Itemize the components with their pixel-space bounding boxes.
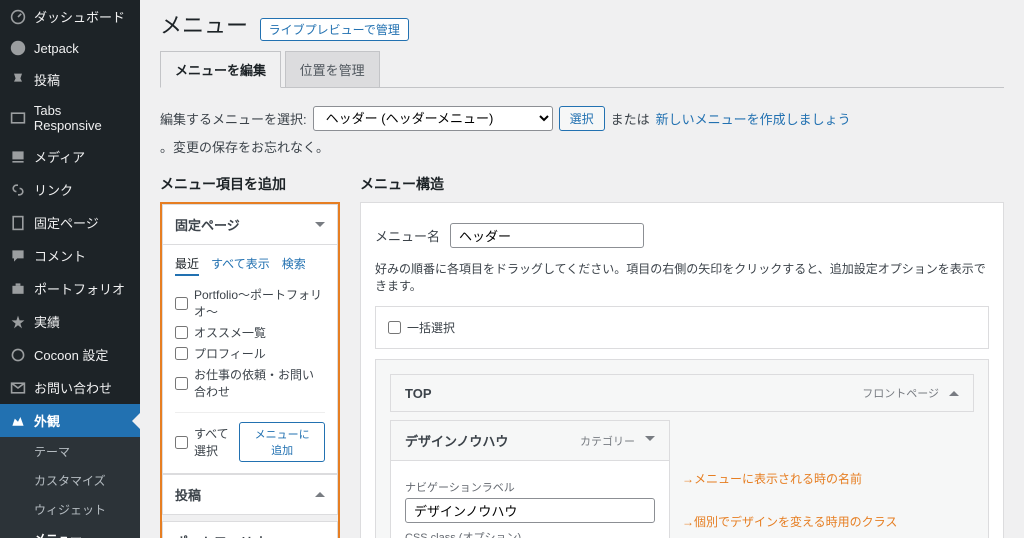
sidebar-label: Cocoon 設定 [34,345,108,364]
comment-icon [10,248,28,264]
sidebar-item-links[interactable]: リンク [0,173,140,206]
sidebar-item-media[interactable]: メディア [0,140,140,173]
mini-tab-search[interactable]: 検索 [282,255,306,276]
sidebar-label: ダッシュボード [34,7,125,26]
admin-sidebar: ダッシュボード Jetpack 投稿 Tabs Responsive メディア … [0,0,140,538]
mini-tab-all[interactable]: すべて表示 [211,255,270,276]
create-menu-link[interactable]: 新しいメニューを作成しましょう [656,109,851,128]
menu-select[interactable]: ヘッダー (ヘッダーメニュー) [313,106,553,131]
dashboard-icon [10,9,28,25]
pin-icon [10,72,28,88]
menu-items-area: TOPフロントページ デザインノウハウカテゴリー ナビゲーションラベル CSS … [375,359,989,538]
sidebar-item-appearance[interactable]: 外観 [0,404,140,437]
nav-tabs: メニューを編集 位置を管理 [160,51,1004,88]
select-all-checkbox[interactable] [175,436,188,449]
sidebar-item-cocoon[interactable]: Cocoon 設定 [0,338,140,371]
media-icon [10,149,28,165]
sidebar-label: 実績 [34,312,60,331]
note-nav-label: →メニューに表示される時の名前 [682,470,974,487]
menu-item-design[interactable]: デザインノウハウカテゴリー ナビゲーションラベル CSS class (オプショ… [390,420,670,538]
sidebar-item-contact[interactable]: お問い合わせ [0,371,140,404]
select-button[interactable]: 選択 [559,106,605,131]
jetpack-icon [10,40,28,56]
sidebar-label: Tabs Responsive [34,103,132,133]
chevron-down-icon [315,492,325,497]
menu-name-label: メニュー名 [375,226,440,245]
page-icon [10,215,28,231]
chevron-down-icon [949,386,959,396]
sidebar-label: リンク [34,180,73,199]
page-title: メニュー [160,8,248,40]
mini-tab-recent[interactable]: 最近 [175,255,199,276]
live-preview-button[interactable]: ライブプレビューで管理 [260,18,409,41]
sidebar-label: ポートフォリオ [34,279,125,298]
link-icon [10,182,28,198]
sidebar-item-comments[interactable]: コメント [0,239,140,272]
sidebar-item-pages[interactable]: 固定ページ [0,206,140,239]
sidebar-item-portfolio[interactable]: ポートフォリオ [0,272,140,305]
structure-heading: メニュー構造 [360,174,1004,194]
add-items-highlight: 固定ページ 最近 すべて表示 検索 Portfolio～ポートフォリオ～ オスス… [160,202,340,538]
sidebar-item-achievements[interactable]: 実績 [0,305,140,338]
chevron-up-icon [645,436,655,446]
tab-edit-menus[interactable]: メニューを編集 [160,51,281,88]
appearance-submenu: テーマ カスタマイズ ウィジェット メニュー ヘッダー 背景 追加 CSS テー… [0,437,140,538]
achieve-icon [10,314,28,330]
sidebar-label: Jetpack [34,41,79,56]
accordion-portfolio[interactable]: ポートフォリオ [163,522,337,538]
page-checkbox[interactable] [175,377,188,390]
page-checkbox[interactable] [175,326,188,339]
accordion-fixed-pages[interactable]: 固定ページ [163,205,337,244]
tabs-icon [10,110,28,126]
sidebar-item-dashboard[interactable]: ダッシュボード [0,0,140,33]
add-items-column: メニュー項目を追加 固定ページ 最近 すべて表示 検索 Portfolio～ポー… [160,174,340,538]
page-checkbox[interactable] [175,297,188,310]
css-class-label: CSS class (オプション) [405,529,655,538]
page-checkbox[interactable] [175,347,188,360]
appearance-icon [10,413,28,429]
add-to-menu-button[interactable]: メニューに追加 [239,422,325,462]
menu-select-label: 編集するメニューを選択: [160,109,307,128]
structure-help: 好みの順番に各項目をドラッグしてください。項目の右側の矢印をクリックすると、追加… [375,260,989,294]
submenu-widgets[interactable]: ウィジェット [0,495,140,524]
sidebar-item-jetpack[interactable]: Jetpack [0,33,140,63]
structure-column: メニュー構造 メニュー名 好みの順番に各項目をドラッグしてください。項目の右側の… [360,174,1004,538]
cocoon-icon [10,347,28,363]
note-css-class: →個別でデザインを変える時用のクラス [682,513,974,530]
sidebar-label: お問い合わせ [34,378,112,397]
submenu-customize[interactable]: カスタマイズ [0,466,140,495]
submenu-themes[interactable]: テーマ [0,437,140,466]
or-text: または [611,109,650,128]
menu-select-row: 編集するメニューを選択: ヘッダー (ヘッダーメニュー) 選択 または新しいメニ… [160,106,1004,156]
sidebar-label: 固定ページ [34,213,99,232]
nav-label-label: ナビゲーションラベル [405,479,655,495]
main-content: メニュー ライブプレビューで管理 メニューを編集 位置を管理 編集するメニューを… [140,0,1024,538]
tab-manage-locations[interactable]: 位置を管理 [285,51,380,87]
sidebar-label: コメント [34,246,86,265]
bulk-select-checkbox[interactable] [388,321,401,334]
hint-text: 。変更の保存をお忘れなく。 [160,137,329,156]
add-items-heading: メニュー項目を追加 [160,174,340,194]
accordion-posts[interactable]: 投稿 [163,475,337,514]
portfolio-icon [10,281,28,297]
sidebar-label: メディア [34,147,85,166]
menu-name-input[interactable] [450,223,644,248]
submenu-menus[interactable]: メニュー [0,524,140,538]
menu-item-top[interactable]: TOPフロントページ [390,374,974,412]
sidebar-label: 投稿 [34,70,60,89]
mail-icon [10,380,28,396]
sidebar-label: 外観 [34,411,60,430]
nav-label-input[interactable] [405,498,655,523]
chevron-up-icon [315,222,325,227]
sidebar-item-posts[interactable]: 投稿 [0,63,140,96]
sidebar-item-tabs[interactable]: Tabs Responsive [0,96,140,140]
